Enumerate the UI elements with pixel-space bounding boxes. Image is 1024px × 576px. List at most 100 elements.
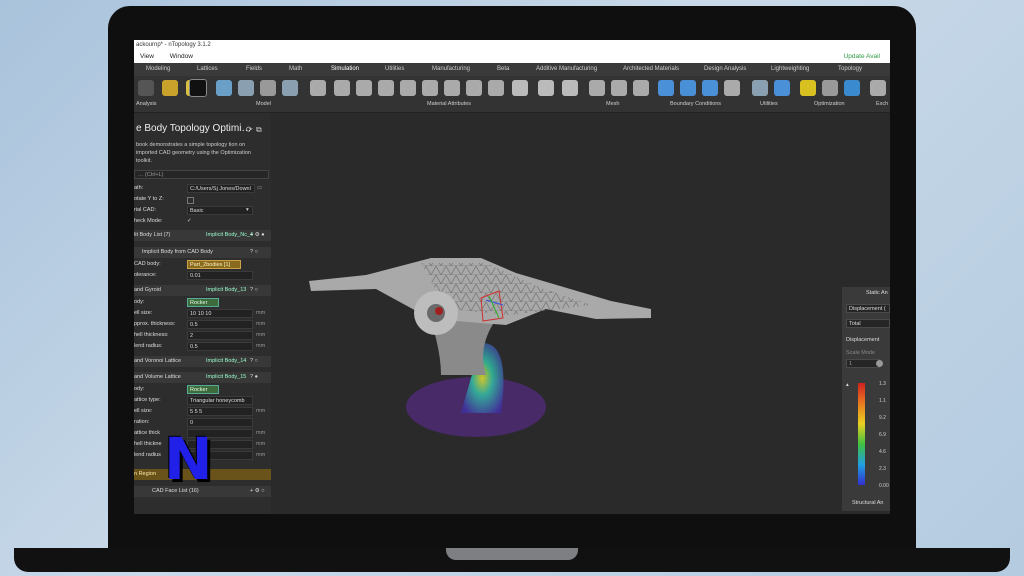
update-available-link[interactable]: Update Avail xyxy=(844,50,880,63)
shell-icon[interactable] xyxy=(282,80,298,96)
material-select[interactable]: Basic xyxy=(187,206,253,215)
material-icon-2[interactable] xyxy=(356,80,372,96)
boundary-icon-1[interactable] xyxy=(658,80,674,96)
exchange-icon[interactable] xyxy=(870,80,886,96)
volume-cell-size-field[interactable]: 5 5 5 xyxy=(187,407,253,416)
analysis-icon[interactable] xyxy=(138,80,154,96)
material-icon-1[interactable] xyxy=(334,80,350,96)
tab-math[interactable]: Math xyxy=(289,63,302,76)
group-mesh[interactable]: Mesh xyxy=(606,101,619,107)
3d-viewport[interactable] xyxy=(271,113,890,514)
globe-icon[interactable] xyxy=(189,79,207,97)
group-boundary-conditions[interactable]: Boundary Conditions xyxy=(670,101,721,107)
block-implicit-from-cad[interactable]: Implicit Body from CAD Body ? ○ xyxy=(134,247,271,258)
tab-design-analysis[interactable]: Design Analysis xyxy=(704,63,746,76)
tolerance-field[interactable]: 0.01 xyxy=(187,271,253,280)
material-icon-4[interactable] xyxy=(400,80,416,96)
chevron-down-icon[interactable]: ▾ xyxy=(246,205,249,216)
ribbon-tabs: Modeling Lattices Fields Math Simulation… xyxy=(134,63,890,85)
row-gyroid-thickness: pprox. thickness: 0.5 mm xyxy=(134,320,266,329)
help-icon[interactable]: ? ● xyxy=(250,372,258,383)
group-model[interactable]: Model xyxy=(256,101,271,107)
group-exchange[interactable]: Exch xyxy=(876,101,888,107)
tab-modeling[interactable]: Modeling xyxy=(146,63,170,76)
check-mode-checkbox[interactable]: ✓ xyxy=(187,216,192,227)
tab-utilities[interactable]: Utilities xyxy=(385,63,404,76)
gyroid-thickness-field[interactable]: 0.5 xyxy=(187,320,253,329)
add-icon[interactable]: + ⚙ ○ xyxy=(250,486,265,497)
menu-view[interactable]: View xyxy=(140,53,154,60)
mesh-icon-1[interactable] xyxy=(589,80,605,96)
material-icon-9[interactable] xyxy=(512,80,528,96)
app-screen: ackournp* - nTopology 3.1.2 View Window … xyxy=(134,40,890,514)
notebook-title: e Body Topology Optimi… xyxy=(136,123,252,134)
block-volume-lattice[interactable]: and Volume Lattice Implicit Body_15 ? ● xyxy=(134,372,271,383)
gyroid-shell-field[interactable]: 2 xyxy=(187,331,253,340)
colorbar-tick: 2.3 xyxy=(879,466,886,472)
tab-beta[interactable]: Beta xyxy=(497,63,509,76)
block-voronoi[interactable]: and Voronoi Lattice Implicit Body_14 ? ○ xyxy=(134,356,271,367)
tab-simulation[interactable]: Simulation xyxy=(331,63,360,77)
panel-title: Static An xyxy=(866,290,888,296)
gyroid-cell-size-field[interactable]: 10 10 10 xyxy=(187,309,253,318)
menu-window[interactable]: Window xyxy=(170,53,193,60)
input-rotate-row: otate Y to Z: xyxy=(134,194,271,205)
boundary-icon-4[interactable] xyxy=(724,80,740,96)
search-input[interactable]: … (Ctrl+L) xyxy=(134,170,269,179)
optimization-icon-3[interactable] xyxy=(844,80,860,96)
group-material-attributes[interactable]: Material Attributes xyxy=(427,101,471,107)
block-gyroid[interactable]: and Gyroid Implicit Body_13 ? ○ xyxy=(134,285,271,296)
volume-body-field[interactable]: Rocker xyxy=(187,385,219,394)
group-utilities[interactable]: Utilities xyxy=(760,101,778,107)
tab-additive-manufacturing[interactable]: Additive Manufacturing xyxy=(536,63,597,76)
group-analysis[interactable]: Analysis xyxy=(136,101,156,107)
gyroid-body-field[interactable]: Rocker xyxy=(187,298,219,307)
tab-architected-materials[interactable]: Architected Materials xyxy=(623,63,679,76)
input-check-row: heck Mode: ✓ xyxy=(134,216,271,227)
node-icon[interactable] xyxy=(310,80,326,96)
material-icon-8[interactable] xyxy=(488,80,504,96)
rotate-checkbox[interactable] xyxy=(187,197,194,204)
utilities-icon-2[interactable] xyxy=(774,80,790,96)
beam-icon[interactable] xyxy=(260,80,276,96)
tab-lightweighting[interactable]: Lightweighting xyxy=(771,63,809,76)
folder-icon[interactable]: ▭ xyxy=(257,183,262,194)
tab-fields[interactable]: Fields xyxy=(246,63,262,76)
gyroid-blend-field[interactable]: 0.5 xyxy=(187,342,253,351)
face-icon[interactable] xyxy=(238,80,254,96)
boundary-icon-2[interactable] xyxy=(680,80,696,96)
material-icon-11[interactable] xyxy=(562,80,578,96)
input-path-row: ath: C:/Users/Sj Jones/Downl ▭ xyxy=(134,183,263,194)
boundary-icon-3[interactable] xyxy=(702,80,718,96)
optimization-icon-1[interactable] xyxy=(800,80,816,96)
slider-handle[interactable] xyxy=(876,360,883,367)
path-field[interactable]: C:/Users/Sj Jones/Downl xyxy=(187,184,255,193)
mesh-icon-3[interactable] xyxy=(633,80,649,96)
copy-icon[interactable]: ⧉ xyxy=(256,125,262,135)
pivot-marker xyxy=(435,307,443,315)
group-optimization[interactable]: Optimization xyxy=(814,101,845,107)
component-select[interactable]: Total xyxy=(846,319,890,328)
help-icon[interactable]: ? ○ xyxy=(250,356,258,367)
utilities-icon-1[interactable] xyxy=(752,80,768,96)
scale-slider[interactable]: 1 xyxy=(846,359,880,368)
help-icon[interactable]: ? ○ xyxy=(250,247,258,258)
material-icon-5[interactable] xyxy=(422,80,438,96)
tab-lattices[interactable]: Lattices xyxy=(197,63,218,76)
load-icon[interactable] xyxy=(162,80,178,96)
tab-manufacturing[interactable]: Manufacturing xyxy=(432,63,470,76)
cad-body-field[interactable]: Part_2bodies [1] xyxy=(187,260,241,269)
cube-icon[interactable] xyxy=(216,80,232,96)
lattice-type-select[interactable]: Triangular honeycomb xyxy=(187,396,253,405)
help-icon[interactable]: ? ○ xyxy=(250,285,258,296)
add-icon[interactable]: + ⚙ ● xyxy=(250,230,265,241)
material-icon-3[interactable] xyxy=(378,80,394,96)
refresh-icon[interactable]: ⟳ xyxy=(246,125,253,134)
material-icon-7[interactable] xyxy=(466,80,482,96)
result-type-select[interactable]: Displacement ( xyxy=(846,304,890,313)
material-icon-10[interactable] xyxy=(538,80,554,96)
block-implicit-body-list[interactable]: lit Body List (7) Implicit Body_Nc_4 + ⚙… xyxy=(134,230,271,241)
material-icon-6[interactable] xyxy=(444,80,460,96)
mesh-icon-2[interactable] xyxy=(611,80,627,96)
optimization-icon-2[interactable] xyxy=(822,80,838,96)
